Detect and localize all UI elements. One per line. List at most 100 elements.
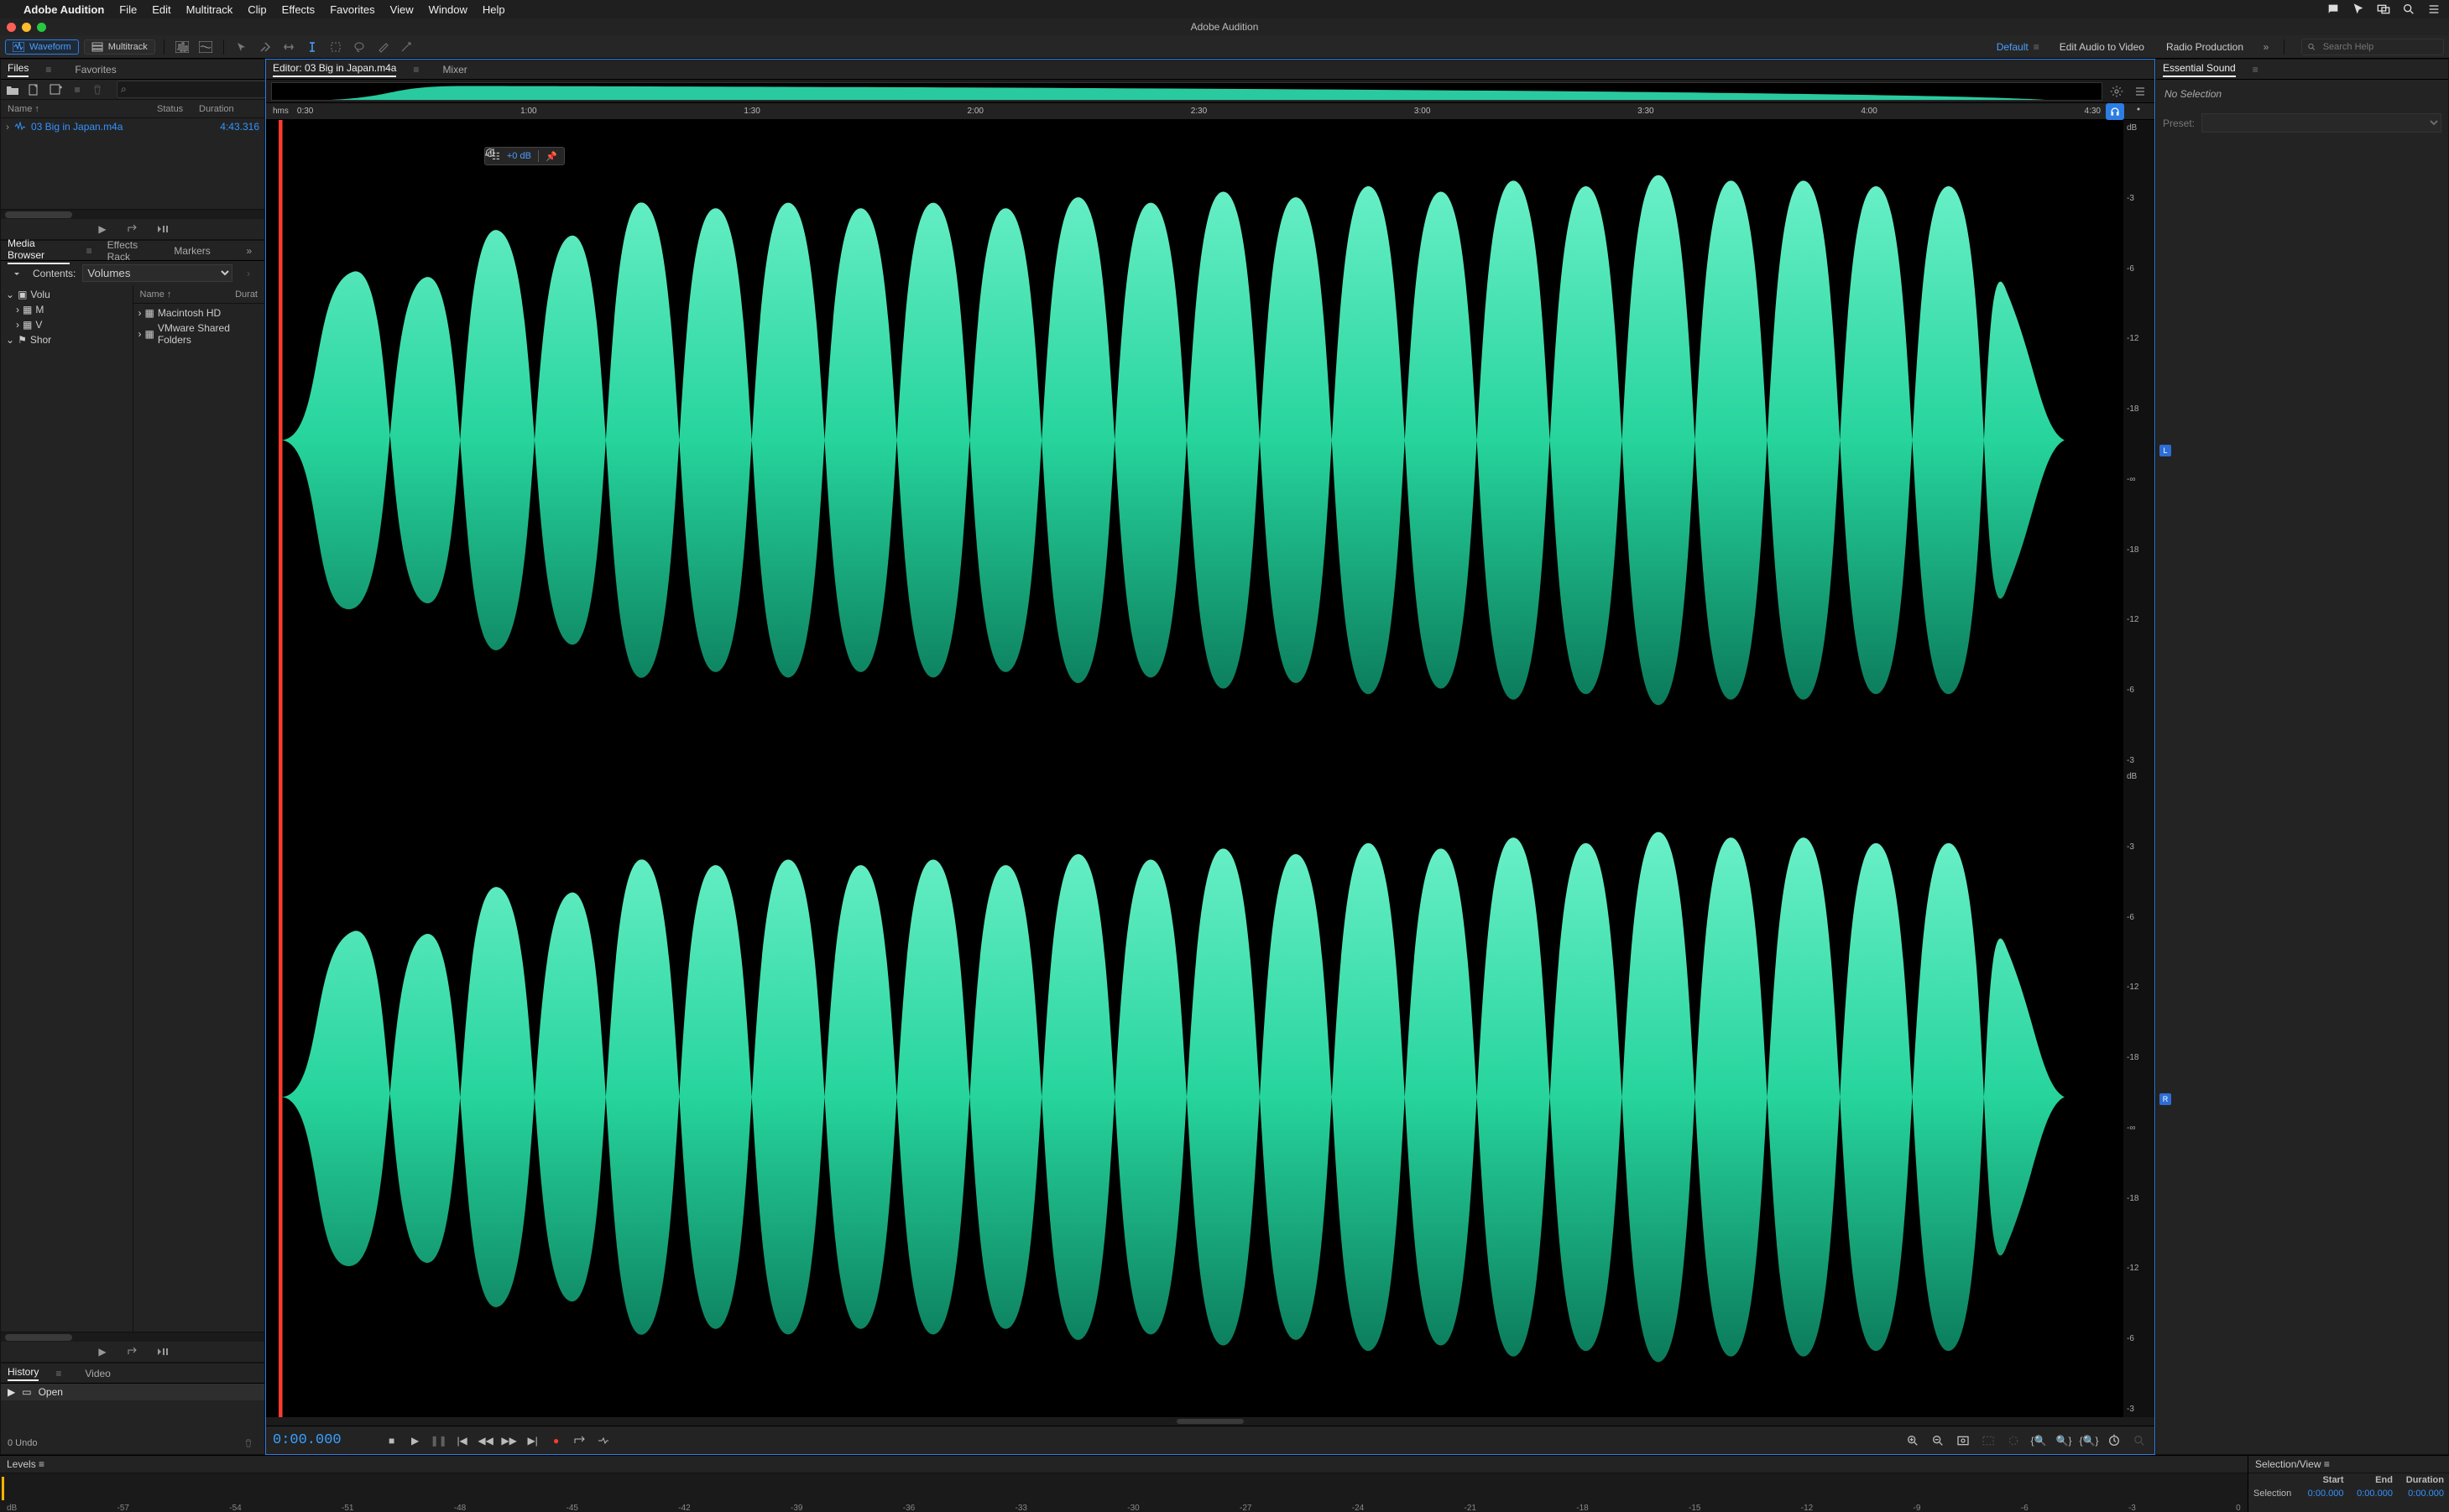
tab-essential-sound[interactable]: Essential Sound (2163, 62, 2236, 77)
zoom-in-point-icon[interactable]: {🔍 (2030, 1432, 2047, 1449)
history-item[interactable]: ▶▭Open (1, 1384, 264, 1400)
tab-mixer[interactable]: Mixer (442, 64, 467, 76)
pin-icon[interactable] (2129, 103, 2148, 120)
overview-waveform[interactable] (271, 82, 2102, 101)
workspace-edit-audio[interactable]: Edit Audio to Video (2051, 41, 2153, 53)
mb-autoplay-icon[interactable] (154, 1343, 172, 1360)
menu-edit[interactable]: Edit (152, 3, 170, 16)
mb-col-durat[interactable]: Durat (235, 289, 258, 300)
files-panel-menu-icon[interactable]: ≡ (45, 64, 51, 76)
files-col-name[interactable]: Name ↑ (8, 104, 157, 114)
lasso-tool-icon[interactable] (350, 39, 368, 55)
hud-volume[interactable]: ☷ +0 dB 📌 (484, 147, 565, 165)
go-start-button[interactable]: |◀ (454, 1432, 471, 1449)
brush-tool-icon[interactable] (373, 39, 392, 55)
waveform-display[interactable]: ☷ +0 dB 📌 (266, 120, 2123, 1417)
waveform-view-button[interactable]: Waveform (5, 39, 79, 55)
search-help[interactable] (2301, 39, 2444, 55)
files-col-status[interactable]: Status (157, 104, 199, 114)
tab-history[interactable]: History (8, 1366, 39, 1381)
tab-editor[interactable]: Editor: 03 Big in Japan.m4a (273, 62, 396, 77)
history-trash-icon[interactable] (239, 1435, 258, 1452)
close-window-button[interactable] (7, 23, 16, 32)
pause-button[interactable]: ❚❚ (431, 1432, 447, 1449)
zoom-in-icon[interactable] (1904, 1432, 1921, 1449)
menu-help[interactable]: Help (483, 3, 505, 16)
open-file-icon[interactable] (6, 81, 19, 98)
spectral-pitch-toggle-icon[interactable] (196, 39, 215, 55)
slip-tool-icon[interactable] (279, 39, 298, 55)
files-hscroll[interactable] (1, 209, 264, 219)
go-end-button[interactable]: ▶| (525, 1432, 541, 1449)
files-search-input[interactable] (127, 82, 279, 96)
stop-button[interactable]: ■ (384, 1432, 400, 1449)
zoom-window-button[interactable] (37, 23, 46, 32)
menu-app-name[interactable]: Adobe Audition (23, 3, 104, 16)
forward-button[interactable]: ▶▶ (501, 1432, 518, 1449)
files-loop-icon[interactable] (123, 221, 142, 237)
tree-node-v[interactable]: ›▦V (1, 317, 133, 332)
menu-favorites[interactable]: Favorites (330, 3, 374, 16)
history-menu-icon[interactable]: ≡ (55, 1368, 61, 1379)
time-selection-tool-icon[interactable] (303, 39, 321, 55)
files-autoplay-icon[interactable] (154, 221, 172, 237)
tab-files[interactable]: Files (8, 62, 29, 77)
hud-pin-icon[interactable]: 📌 (546, 151, 557, 162)
menu-multitrack[interactable]: Multitrack (186, 3, 233, 16)
zoom-out-point-icon[interactable]: 🔍} (2055, 1432, 2072, 1449)
overview-list-icon[interactable] (2131, 83, 2149, 100)
mb-play-icon[interactable]: ▶ (93, 1343, 112, 1360)
file-item[interactable]: › 03 Big in Japan.m4a 4:43.316 (1, 118, 264, 135)
rewind-button[interactable]: ◀◀ (478, 1432, 494, 1449)
zoom-brackets-icon[interactable]: {🔍} (2081, 1432, 2097, 1449)
files-col-duration[interactable]: Duration (199, 104, 258, 114)
marquee-tool-icon[interactable] (326, 39, 345, 55)
status-cursor-icon[interactable] (2352, 3, 2365, 16)
channel-l-badge[interactable]: L (2159, 445, 2171, 456)
editor-menu-icon[interactable]: ≡ (413, 64, 419, 76)
tree-node-m[interactable]: ›▦M (1, 302, 133, 317)
editor-hscroll[interactable] (266, 1417, 2154, 1426)
transport-time[interactable]: 0:00.000 (273, 1432, 342, 1448)
razor-tool-icon[interactable] (256, 39, 274, 55)
headphones-icon[interactable] (2106, 103, 2124, 120)
overview-gear-icon[interactable] (2107, 83, 2126, 100)
timeline-ruler[interactable]: hms 0:30 1:00 1:30 2:00 2:30 3:00 3:30 4… (266, 103, 2154, 120)
selview-menu-icon[interactable]: ≡ (2324, 1458, 2330, 1470)
mb-loop-icon[interactable] (123, 1343, 142, 1360)
status-displays-icon[interactable] (2377, 3, 2390, 16)
tab-media-browser[interactable]: Media Browser (8, 237, 70, 264)
tab-video[interactable]: Video (85, 1368, 110, 1379)
play-button[interactable]: ▶ (407, 1432, 424, 1449)
minimize-window-button[interactable] (22, 23, 31, 32)
spotlight-icon[interactable] (2402, 3, 2415, 16)
zoom-full-icon[interactable] (1955, 1432, 1971, 1449)
tab-markers[interactable]: Markers (174, 245, 210, 257)
new-file-icon[interactable] (28, 81, 41, 98)
menu-view[interactable]: View (390, 3, 414, 16)
levels-menu-icon[interactable]: ≡ (39, 1458, 44, 1470)
loop-button[interactable] (572, 1432, 588, 1449)
tree-node-volumes[interactable]: ⌄▣Volu (1, 287, 133, 302)
media-browser-overflow-icon[interactable]: » (241, 242, 258, 259)
spectral-freq-toggle-icon[interactable] (173, 39, 191, 55)
mb-node-vmware[interactable]: ›▦VMware Shared Folders (133, 321, 265, 347)
files-play-icon[interactable]: ▶ (93, 221, 112, 237)
heal-tool-icon[interactable] (397, 39, 415, 55)
new-multitrack-icon[interactable] (50, 81, 63, 98)
menu-file[interactable]: File (119, 3, 137, 16)
zoom-time-icon[interactable] (2106, 1432, 2123, 1449)
preset-select[interactable] (2201, 113, 2441, 133)
menu-clip[interactable]: Clip (248, 3, 266, 16)
workspace-overflow-icon[interactable]: » (2257, 39, 2275, 55)
move-tool-icon[interactable] (232, 39, 251, 55)
mb-hscroll[interactable] (1, 1332, 264, 1342)
menu-window[interactable]: Window (429, 3, 467, 16)
tab-effects-rack[interactable]: Effects Rack (107, 239, 159, 263)
search-help-input[interactable] (2321, 41, 2438, 53)
workspace-radio[interactable]: Radio Production (2158, 41, 2252, 53)
levels-meter[interactable]: dB-57-54-51-48-45-42-39-36-33-30-27-24-2… (0, 1473, 2248, 1512)
zoom-out-icon[interactable] (1929, 1432, 1946, 1449)
multitrack-view-button[interactable]: Multitrack (84, 39, 155, 55)
workspace-default[interactable]: Default≡ (1990, 41, 2046, 53)
